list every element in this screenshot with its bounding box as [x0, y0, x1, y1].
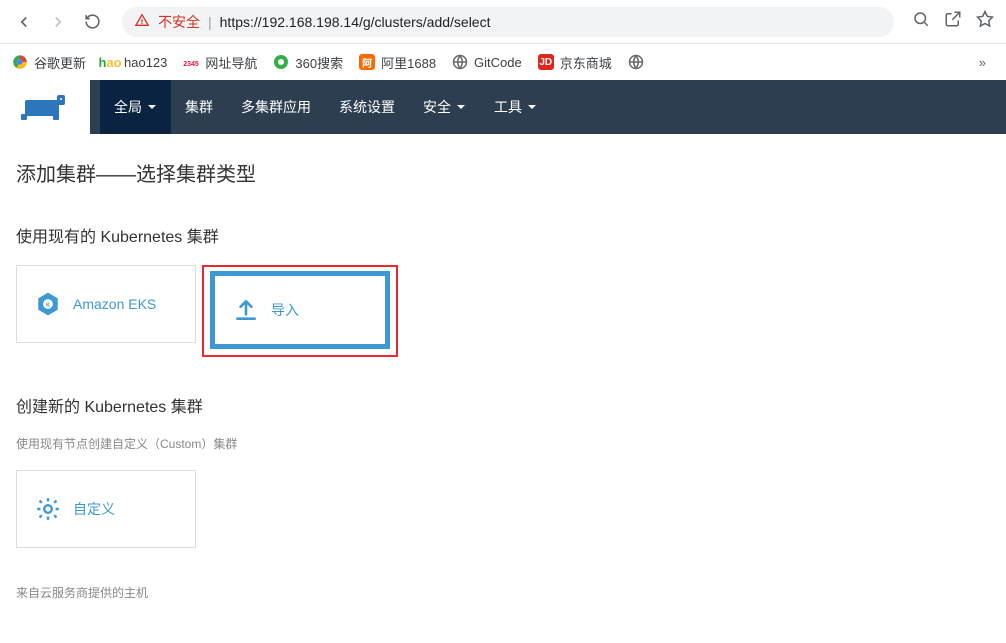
nav-label: 集群 [185, 97, 213, 117]
url-separator: | [208, 14, 212, 30]
bookmark-item[interactable]: 谷歌更新 [12, 53, 86, 72]
chevron-down-icon [147, 102, 157, 112]
bookmark-favicon-icon: JD [538, 54, 554, 70]
bookmark-label: 360搜索 [295, 53, 343, 72]
bookmark-favicon-icon [273, 54, 289, 70]
svg-text:2345: 2345 [184, 61, 200, 68]
forward-button[interactable] [46, 10, 70, 34]
rancher-logo[interactable] [0, 80, 90, 134]
bookmark-favicon-icon [628, 54, 644, 70]
nav-label: 系统设置 [339, 97, 395, 117]
nav-clusters[interactable]: 集群 [171, 80, 227, 134]
bookmark-item[interactable]: 2345 网址导航 [183, 53, 257, 72]
section-create-subtitle: 使用现有节点创建自定义（Custom）集群 [16, 435, 990, 452]
nav-security[interactable]: 安全 [409, 80, 480, 134]
bookmark-label: hao123 [124, 55, 167, 70]
bookmark-favicon-icon: 2345 [183, 54, 199, 70]
card-amazon-eks[interactable]: K Amazon EKS [16, 265, 196, 343]
nav-tools[interactable]: 工具 [480, 80, 551, 134]
bookmark-item[interactable] [628, 54, 644, 70]
bookmark-label: 阿里1688 [381, 53, 436, 72]
card-import[interactable]: 导入 [210, 271, 390, 349]
back-button[interactable] [12, 10, 36, 34]
bookmark-item[interactable]: hao hao123 [102, 54, 167, 70]
url-text: https://192.168.198.14/g/clusters/add/se… [220, 14, 491, 30]
bookmarks-more-icon[interactable]: » [979, 55, 994, 70]
footer-note: 来自云服务商提供的主机 [16, 584, 990, 601]
highlight-annotation: 导入 [202, 265, 398, 357]
page-content: 添加集群——选择集群类型 使用现有的 Kubernetes 集群 K Amazo… [0, 134, 1006, 625]
insecure-label: 不安全 [158, 12, 200, 32]
star-icon[interactable] [976, 10, 994, 33]
zoom-icon[interactable] [912, 10, 930, 33]
browser-toolbar: 不安全 | https://192.168.198.14/g/clusters/… [0, 0, 1006, 44]
bookmark-label: GitCode [474, 55, 522, 70]
insecure-icon [134, 12, 150, 31]
existing-cluster-cards: K Amazon EKS 导入 [16, 265, 990, 357]
upload-icon [233, 297, 259, 323]
reload-button[interactable] [80, 10, 104, 34]
section-create-title: 创建新的 Kubernetes 集群 [16, 393, 990, 417]
card-custom[interactable]: 自定义 [16, 470, 196, 548]
app-header: 全局 集群 多集群应用 系统设置 安全 工具 [0, 80, 1006, 134]
bookmark-favicon-icon: 阿 [359, 54, 375, 70]
bookmark-item[interactable]: 阿 阿里1688 [359, 53, 436, 72]
bookmark-item[interactable]: GitCode [452, 54, 522, 70]
nav-global[interactable]: 全局 [100, 80, 171, 134]
chevron-down-icon [456, 102, 466, 112]
nav-settings[interactable]: 系统设置 [325, 80, 409, 134]
bookmark-favicon-icon [12, 54, 28, 70]
nav-label: 工具 [494, 97, 522, 117]
bookmark-item[interactable]: JD 京东商城 [538, 53, 612, 72]
card-label: Amazon EKS [73, 296, 156, 312]
card-label: 自定义 [73, 499, 115, 519]
bookmark-favicon-icon [452, 54, 468, 70]
bookmark-label: 网址导航 [205, 53, 257, 72]
section-existing-title: 使用现有的 Kubernetes 集群 [16, 223, 990, 247]
nav-label: 全局 [114, 97, 142, 117]
url-bar[interactable]: 不安全 | https://192.168.198.14/g/clusters/… [122, 7, 894, 37]
bookmarks-bar: 谷歌更新 hao hao123 2345 网址导航 360搜索 阿 阿里1688… [0, 44, 1006, 80]
nav-multicluster-apps[interactable]: 多集群应用 [227, 80, 325, 134]
chevron-down-icon [527, 102, 537, 112]
nav-label: 多集群应用 [241, 97, 311, 117]
gear-icon [35, 496, 61, 522]
nav-label: 安全 [423, 97, 451, 117]
bookmark-item[interactable]: 360搜索 [273, 53, 343, 72]
bookmark-favicon-icon: hao [102, 54, 118, 70]
bookmark-label: 谷歌更新 [34, 53, 86, 72]
share-icon[interactable] [944, 10, 962, 33]
main-nav: 全局 集群 多集群应用 系统设置 安全 工具 [90, 80, 1006, 134]
page-title: 添加集群——选择集群类型 [16, 158, 990, 187]
card-label: 导入 [271, 300, 299, 320]
bookmark-label: 京东商城 [560, 53, 612, 72]
eks-icon: K [35, 291, 61, 317]
create-cluster-cards: 自定义 [16, 470, 990, 548]
